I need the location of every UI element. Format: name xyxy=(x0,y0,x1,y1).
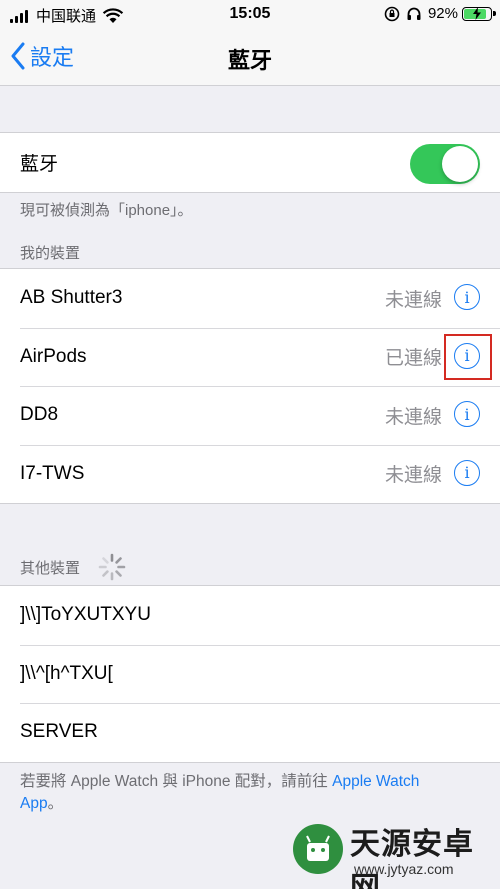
device-row[interactable]: I7-TWS 未連線 i xyxy=(0,444,500,504)
device-row[interactable]: DD8 未連線 i xyxy=(0,386,500,445)
device-row[interactable]: AB Shutter3 未連線 i xyxy=(0,269,500,328)
footer-text: 若要將 Apple Watch 與 iPhone 配對，請前往 xyxy=(20,773,333,790)
watermark-logo-icon xyxy=(293,824,343,874)
device-name: ]\\]ToYXUTXYU xyxy=(20,604,151,626)
device-row[interactable]: AirPods 已連線 i xyxy=(0,327,500,387)
headphones-icon xyxy=(407,7,421,20)
bluetooth-toggle[interactable] xyxy=(410,144,480,184)
watermark: 天源安卓网 www.jytyaz.com xyxy=(292,815,492,889)
device-name: AB Shutter3 xyxy=(20,287,123,309)
bluetooth-label: 藍牙 xyxy=(20,153,59,175)
highlight-box xyxy=(444,334,492,380)
device-status: 未連線 xyxy=(384,406,442,428)
orientation-lock-icon xyxy=(384,6,400,21)
discoverable-caption: 現可被偵測為「iphone」。 xyxy=(20,202,193,219)
status-bar: 中国联通 15:05 92% xyxy=(0,0,500,28)
battery-percent: 92% xyxy=(427,5,458,22)
bluetooth-toggle-group: 藍牙 xyxy=(0,132,500,193)
my-devices-header: 我的裝置 xyxy=(20,245,81,262)
status-right: 92% xyxy=(384,5,496,22)
loading-spinner-icon xyxy=(98,553,126,581)
other-device-row[interactable]: ]\\^[h^TXU[ xyxy=(0,644,500,704)
charging-bolt-icon xyxy=(473,6,481,20)
device-name: AirPods xyxy=(20,345,87,367)
device-name: DD8 xyxy=(20,404,59,426)
other-device-row[interactable]: SERVER xyxy=(0,703,500,762)
device-status: 未連線 xyxy=(384,465,442,487)
watermark-url: www.jytyaz.com xyxy=(354,861,454,877)
device-status: 未連線 xyxy=(384,289,442,311)
watermark-name: 天源安卓网 xyxy=(350,828,474,889)
other-devices-list: ]\\]ToYXUTXYU ]\\^[h^TXU[ SERVER xyxy=(0,585,500,763)
other-device-row[interactable]: ]\\]ToYXUTXYU xyxy=(0,586,500,645)
pairing-footer: 若要將 Apple Watch 與 iPhone 配對，請前往 Apple Wa… xyxy=(20,771,460,815)
my-devices-list: AB Shutter3 未連線 i AirPods 已連線 i DD8 未連線 … xyxy=(0,268,500,504)
device-name: I7-TWS xyxy=(20,462,85,484)
info-icon[interactable]: i xyxy=(454,459,480,486)
info-icon[interactable]: i xyxy=(454,284,480,310)
device-name: SERVER xyxy=(20,721,98,743)
footer-text-end: 。 xyxy=(47,795,64,812)
navigation-bar: 設定 藍牙 xyxy=(0,28,500,86)
info-icon[interactable]: i xyxy=(454,401,480,427)
device-status: 已連線 xyxy=(384,348,442,370)
bluetooth-row: 藍牙 xyxy=(0,133,500,192)
device-name: ]\\^[h^TXU[ xyxy=(20,662,113,684)
other-devices-header: 其他裝置 xyxy=(20,560,81,577)
battery-icon xyxy=(462,6,496,21)
toggle-knob xyxy=(442,146,478,182)
page-title: 藍牙 xyxy=(227,48,272,73)
